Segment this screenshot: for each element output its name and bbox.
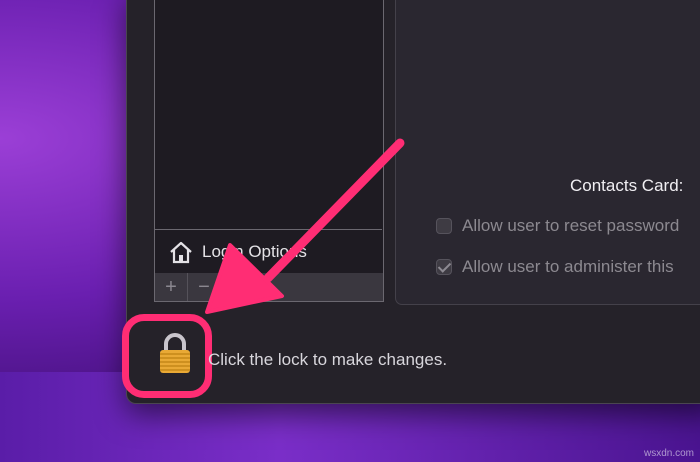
list-controls-bar: + − bbox=[154, 273, 384, 302]
login-options-label: Login Options bbox=[202, 242, 307, 261]
login-options-row[interactable]: Login Options bbox=[154, 229, 382, 274]
option-reset-password[interactable]: Allow user to reset password bbox=[436, 216, 679, 236]
lock-instruction-text: Click the lock to make changes. bbox=[208, 350, 448, 369]
administer-checkbox[interactable] bbox=[436, 259, 452, 275]
watermark-text: wsxdn.com bbox=[643, 448, 694, 459]
remove-user-button[interactable]: − bbox=[188, 273, 220, 301]
reset-password-label: Allow user to reset password bbox=[462, 216, 680, 235]
administer-label: Allow user to administer this bbox=[462, 257, 674, 276]
contacts-card-label: Contacts Card: bbox=[570, 176, 684, 195]
add-user-button[interactable]: + bbox=[155, 273, 188, 301]
option-administer[interactable]: Allow user to administer this bbox=[436, 257, 674, 277]
lock-icon[interactable] bbox=[157, 332, 193, 374]
reset-password-checkbox[interactable] bbox=[436, 218, 452, 234]
house-icon bbox=[170, 241, 192, 264]
